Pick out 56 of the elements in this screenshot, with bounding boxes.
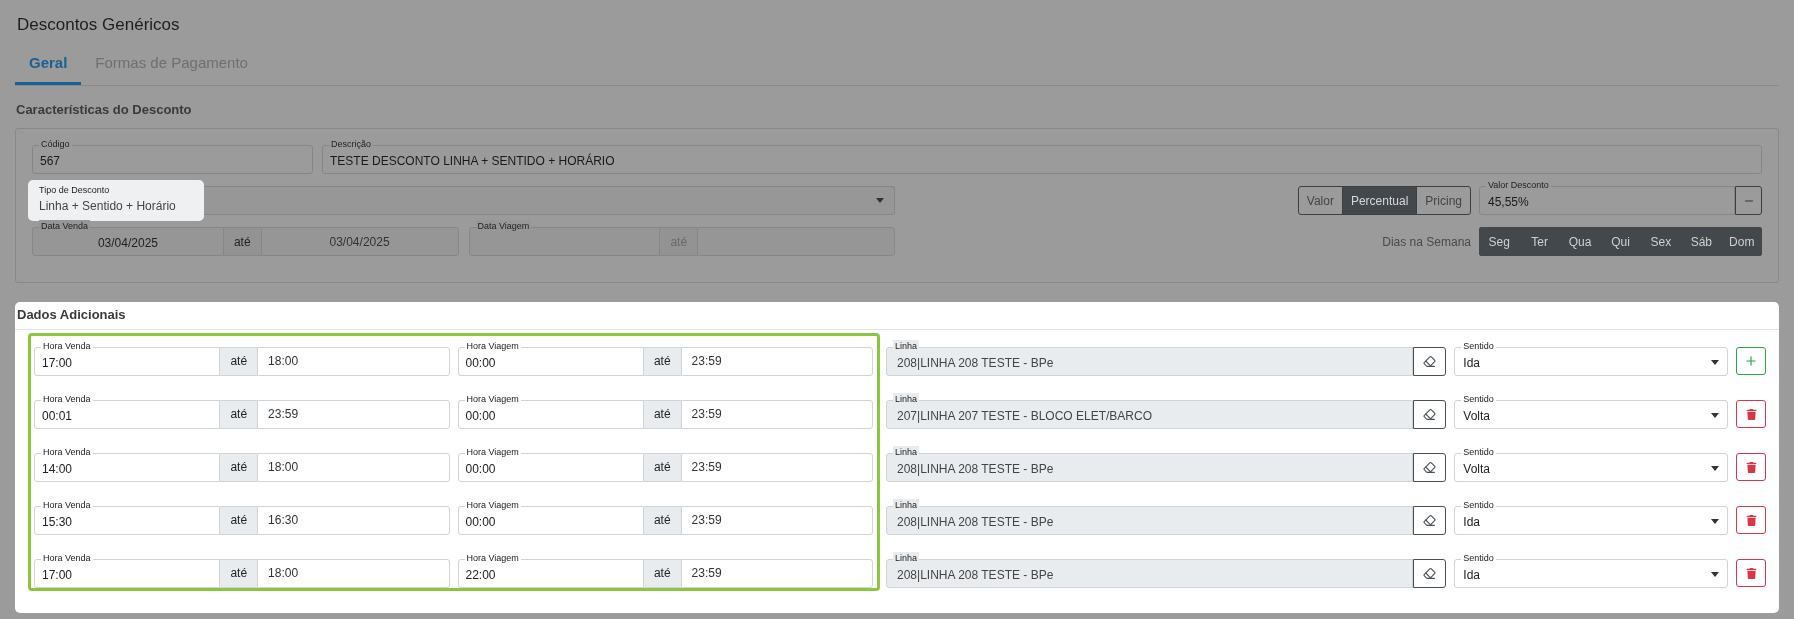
field-label: Valor Desconto (1486, 179, 1551, 191)
section-heading: Características do Desconto (15, 100, 193, 119)
field-label: Hora Viagem (464, 498, 521, 511)
range-separator: até (220, 399, 258, 429)
range-separator: até (643, 399, 681, 429)
travel-time-end-field[interactable]: 23:59 (680, 505, 873, 535)
field-label: Sentido (1461, 392, 1496, 405)
range-separator: até (223, 227, 261, 256)
value-type-toggle[interactable]: Valor (1298, 187, 1342, 214)
value-type-toggle[interactable]: Pricing (1416, 187, 1470, 214)
page-title: Descontos Genéricos (16, 14, 181, 36)
value-type-toggle[interactable]: Percentual (1341, 187, 1417, 214)
field-label: Tipo de Desconto (39, 184, 110, 196)
sale-time-end-field[interactable]: 18:00 (257, 558, 450, 588)
field-label: Linha (893, 445, 920, 458)
field-label: Sentido (1461, 498, 1496, 511)
field-value: Linha + Sentido + Horário (39, 198, 176, 214)
range-separator: até (220, 505, 258, 535)
field-label: Hora Viagem (464, 551, 521, 564)
field-label: Hora Venda (41, 498, 93, 511)
field-label: Hora Venda (41, 339, 93, 352)
field-label: Linha (893, 551, 920, 564)
travel-time-end-field[interactable]: 23:59 (680, 346, 873, 376)
field-label: Hora Venda (41, 445, 93, 458)
weekdays-label: Dias na Semana (1382, 233, 1471, 251)
range-separator: até (220, 452, 258, 482)
sale-time-end-field[interactable]: 18:00 (257, 452, 450, 482)
field-label: Data Venda (39, 220, 91, 232)
travel-time-end-field[interactable]: 23:59 (680, 399, 873, 429)
travel-time-end-field[interactable]: 23:59 (680, 558, 873, 588)
range-separator: até (643, 505, 681, 535)
field-label: Hora Viagem (464, 445, 521, 458)
field-label: Linha (893, 498, 920, 511)
field-label: Sentido (1461, 551, 1496, 564)
travel-time-end-field[interactable]: 23:59 (680, 452, 873, 482)
field-label: Descrição (329, 138, 373, 150)
sale-time-end-field[interactable]: 16:30 (257, 505, 450, 535)
sale-time-end-field[interactable]: 23:59 (257, 399, 450, 429)
range-separator: até (643, 558, 681, 588)
field-label: Hora Venda (41, 551, 93, 564)
section-heading: Dados Adicionais (16, 306, 127, 324)
field-label: Hora Viagem (464, 392, 521, 405)
field-label: Sentido (1461, 445, 1496, 458)
field-label: Linha (893, 392, 920, 405)
field-label: Data Viagem (475, 220, 532, 232)
sale-date-end-field[interactable]: 03/04/2025 (260, 227, 459, 256)
field-label: Hora Venda (41, 392, 93, 405)
range-separator: até (643, 346, 681, 376)
range-separator: até (643, 452, 681, 482)
sale-time-end-field[interactable]: 18:00 (257, 346, 450, 376)
field-label: Código (39, 138, 72, 150)
range-separator: até (220, 558, 258, 588)
range-separator: até (220, 346, 258, 376)
field-label: Sentido (1461, 339, 1496, 352)
field-label: Hora Viagem (464, 339, 521, 352)
field-label: Linha (893, 339, 920, 352)
